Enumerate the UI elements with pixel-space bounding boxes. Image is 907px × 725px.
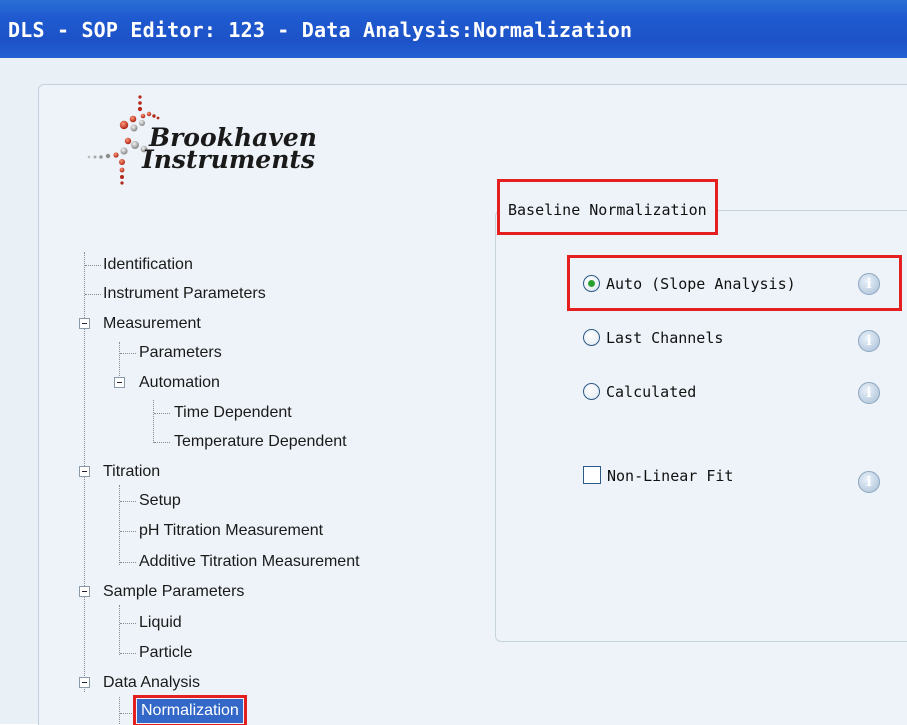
collapse-measurement-icon[interactable] [79, 318, 90, 329]
collapse-automation-icon[interactable] [114, 377, 125, 388]
tree-guide [153, 400, 154, 443]
calculated-option[interactable]: Calculated [583, 379, 696, 405]
tree-item-normalization[interactable]: Normalization [133, 695, 247, 725]
collapse-data-analysis-icon[interactable] [79, 677, 90, 688]
window-title: DLS - SOP Editor: 123 - Data Analysis:No… [8, 18, 633, 42]
calculated-label: Calculated [606, 383, 697, 401]
tree-connector [154, 413, 170, 414]
tree-connector [154, 442, 170, 443]
tree-item-setup[interactable]: Setup [139, 487, 181, 515]
tree-item-particle[interactable]: Particle [139, 639, 192, 667]
auto-radio[interactable] [583, 275, 600, 292]
collapse-titration-icon[interactable] [79, 466, 90, 477]
tree-item-ph-titration[interactable]: pH Titration Measurement [139, 517, 323, 545]
collapse-sample-parameters-icon[interactable] [79, 586, 90, 597]
tree-item-instrument-parameters[interactable]: Instrument Parameters [103, 280, 266, 308]
logo-line2: Instruments [142, 145, 315, 174]
title-bar: DLS - SOP Editor: 123 - Data Analysis:No… [0, 0, 907, 59]
tree-item-identification[interactable]: Identification [103, 251, 193, 279]
tree-item-titration[interactable]: Titration [103, 458, 160, 486]
tree-item-data-analysis[interactable]: Data Analysis [103, 669, 200, 697]
last-channels-radio[interactable] [583, 329, 600, 346]
tree-item-parameters[interactable]: Parameters [139, 339, 222, 367]
tree-connector [85, 265, 101, 266]
tree-item-liquid[interactable]: Liquid [139, 609, 182, 637]
auto-slope-analysis-option[interactable]: Auto (Slope Analysis) [583, 271, 796, 297]
non-linear-fit-checkbox[interactable] [583, 466, 601, 484]
calculated-radio[interactable] [583, 383, 600, 400]
tree-connector [120, 713, 136, 714]
tree-item-time-dependent[interactable]: Time Dependent [174, 399, 292, 427]
last-channels-option[interactable]: Last Channels [583, 325, 723, 351]
non-linear-fit-label: Non-Linear Fit [607, 467, 734, 485]
info-icon[interactable]: i [858, 273, 880, 295]
tree-connector [120, 562, 136, 563]
info-icon[interactable]: i [858, 382, 880, 404]
tree-connector [120, 353, 136, 354]
tree-guide [119, 485, 120, 565]
tree-connector [120, 501, 136, 502]
tree-item-temperature-dependent[interactable]: Temperature Dependent [174, 428, 347, 456]
non-linear-fit-option[interactable]: Non-Linear Fit [583, 463, 733, 489]
brookhaven-logo: Brookhaven Instruments [60, 95, 360, 210]
info-icon[interactable]: i [858, 330, 880, 352]
tree-item-automation[interactable]: Automation [139, 369, 220, 397]
tree-connector [120, 653, 136, 654]
auto-label: Auto (Slope Analysis) [606, 275, 796, 293]
tree-item-sample-parameters[interactable]: Sample Parameters [103, 578, 244, 606]
info-icon[interactable]: i [858, 471, 880, 493]
tree-connector [120, 623, 136, 624]
tree-guide [119, 342, 120, 382]
tree-item-additive-titration[interactable]: Additive Titration Measurement [139, 548, 360, 576]
baseline-normalization-label: Baseline Normalization [497, 179, 718, 235]
tree-connector [85, 294, 101, 295]
tree-connector [120, 531, 136, 532]
tree-item-measurement[interactable]: Measurement [103, 310, 201, 338]
tree-guide [119, 605, 120, 655]
last-channels-label: Last Channels [606, 329, 724, 347]
tree-guide [119, 697, 120, 724]
